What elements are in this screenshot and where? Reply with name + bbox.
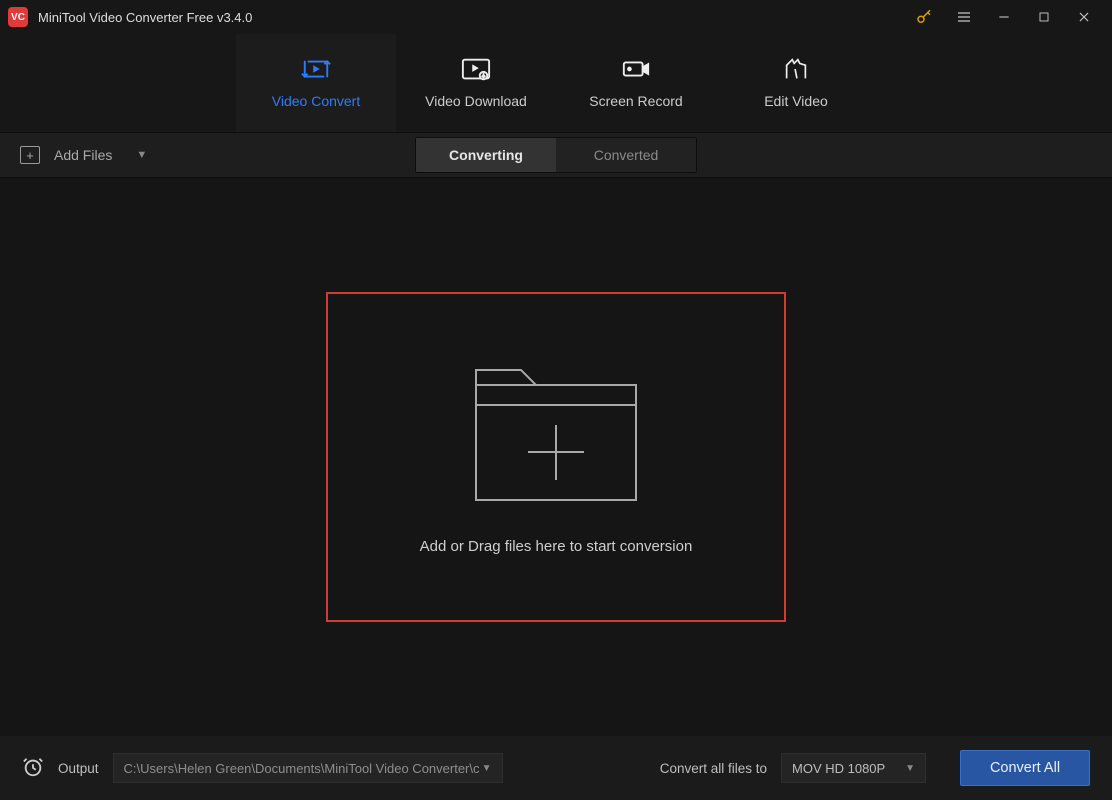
- download-icon: [461, 57, 491, 81]
- titlebar: VC MiniTool Video Converter Free v3.4.0: [0, 0, 1112, 34]
- output-path-select[interactable]: C:\Users\Helen Green\Documents\MiniTool …: [113, 753, 503, 783]
- segment-converted[interactable]: Converted: [556, 138, 696, 172]
- chevron-down-icon: ▼: [482, 763, 492, 774]
- tab-label: Video Download: [425, 93, 527, 109]
- main-nav: Video Convert Video Download Screen Reco…: [0, 34, 1112, 132]
- upgrade-key-icon[interactable]: [904, 0, 944, 34]
- target-format-select[interactable]: MOV HD 1080P ▼: [781, 753, 926, 783]
- add-file-icon: +: [20, 146, 40, 164]
- tab-label: Edit Video: [764, 93, 828, 109]
- output-label: Output: [58, 761, 99, 776]
- footer: Output C:\Users\Helen Green\Documents\Mi…: [0, 736, 1112, 800]
- add-files-button[interactable]: + Add Files ▼: [20, 146, 147, 164]
- chevron-down-icon[interactable]: ▼: [136, 149, 147, 161]
- minimize-button[interactable]: [984, 0, 1024, 34]
- tab-label: Screen Record: [589, 93, 682, 109]
- main-area: Add or Drag files here to start conversi…: [0, 178, 1112, 736]
- convert-all-label: Convert all files to: [660, 761, 767, 776]
- folder-plus-icon: [466, 360, 646, 510]
- app-logo-icon: VC: [8, 7, 28, 27]
- close-button[interactable]: [1064, 0, 1104, 34]
- tab-video-convert[interactable]: Video Convert: [236, 34, 396, 132]
- tab-screen-record[interactable]: Screen Record: [556, 34, 716, 132]
- app-window: VC MiniTool Video Converter Free v3.4.0: [0, 0, 1112, 800]
- drop-hint: Add or Drag files here to start conversi…: [420, 538, 693, 555]
- toolbar: + Add Files ▼ Converting Converted: [0, 132, 1112, 178]
- record-icon: [621, 57, 651, 81]
- tab-edit-video[interactable]: Edit Video: [716, 34, 876, 132]
- output-path-text: C:\Users\Helen Green\Documents\MiniTool …: [124, 761, 480, 776]
- status-segment: Converting Converted: [415, 137, 697, 173]
- add-files-label: Add Files: [54, 147, 112, 163]
- schedule-icon[interactable]: [22, 756, 44, 781]
- maximize-button[interactable]: [1024, 0, 1064, 34]
- target-format-text: MOV HD 1080P: [792, 761, 885, 776]
- convert-icon: [301, 57, 331, 81]
- edit-icon: [781, 57, 811, 81]
- convert-all-button[interactable]: Convert All: [960, 750, 1090, 786]
- tab-label: Video Convert: [272, 93, 360, 109]
- tab-video-download[interactable]: Video Download: [396, 34, 556, 132]
- app-title: MiniTool Video Converter Free v3.4.0: [38, 10, 252, 25]
- menu-icon[interactable]: [944, 0, 984, 34]
- chevron-down-icon: ▼: [905, 763, 915, 774]
- drop-zone[interactable]: Add or Drag files here to start conversi…: [326, 292, 786, 622]
- segment-converting[interactable]: Converting: [416, 138, 556, 172]
